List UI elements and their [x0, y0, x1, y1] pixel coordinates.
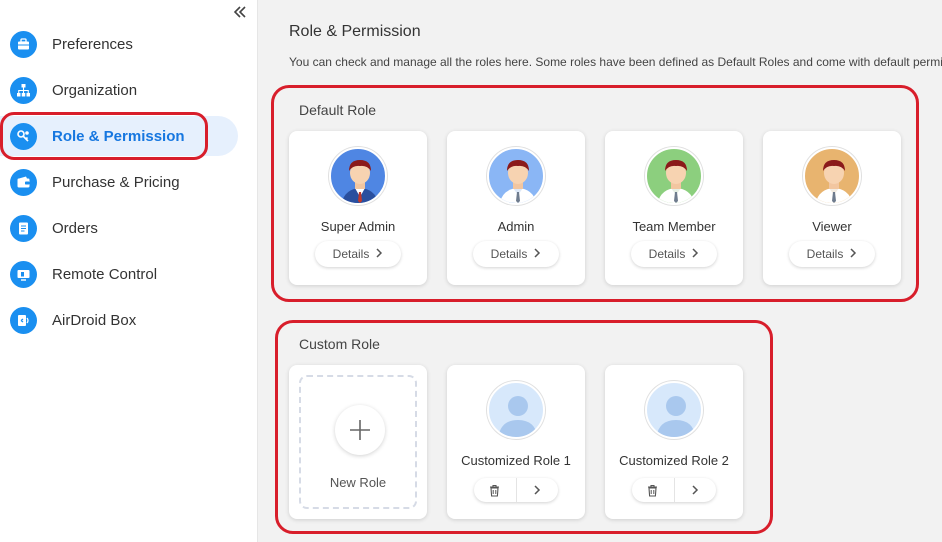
trash-icon: [648, 484, 658, 497]
chevron-right-icon: [692, 485, 699, 495]
sidebar-item-purchase-pricing[interactable]: Purchase & Pricing: [0, 162, 238, 202]
role-name: Team Member: [632, 219, 716, 234]
plus-icon: [350, 420, 370, 440]
role-name: Admin: [497, 219, 535, 234]
role-card-team-member: Team Member Details: [605, 131, 743, 285]
main-content: Role & Permission You can check and mana…: [259, 0, 942, 542]
sidebar-item-role-permission[interactable]: Role & Permission: [0, 116, 238, 156]
chevron-right-icon: [534, 485, 541, 495]
chevron-right-icon: [375, 247, 383, 261]
new-role-label: New Role: [329, 475, 387, 490]
chevron-right-icon: [691, 247, 699, 261]
role-name: Customized Role 2: [619, 453, 729, 468]
sidebar-item-label: Organization: [52, 81, 138, 99]
default-avatar-icon: [645, 381, 703, 439]
briefcase-icon: [10, 30, 37, 58]
add-role-button[interactable]: [335, 405, 385, 455]
sidebar-item-label: AirDroid Box: [52, 311, 137, 329]
avatar: [645, 147, 703, 205]
chevron-right-icon: [533, 247, 541, 261]
avatar: [803, 147, 861, 205]
sidebar-item-label: Preferences: [52, 35, 133, 53]
page-title: Role & Permission: [289, 23, 421, 40]
details-label: Details: [648, 247, 686, 261]
delete-role-button[interactable]: [474, 478, 516, 502]
sidebar-item-label: Purchase & Pricing: [52, 173, 180, 191]
role-card-viewer: Viewer Details: [763, 131, 901, 285]
double-chevron-left-icon: [233, 6, 246, 18]
chevron-right-icon: [849, 247, 857, 261]
wallet-icon: [10, 168, 37, 196]
delete-role-button[interactable]: [632, 478, 674, 502]
role-card-customized-1: Customized Role 1: [447, 365, 585, 519]
sidebar-item-label: Remote Control: [52, 265, 158, 283]
trash-icon: [490, 484, 500, 497]
default-avatar-icon: [487, 381, 545, 439]
collapse-sidebar-button[interactable]: [230, 2, 250, 22]
new-role-dropzone: New Role: [299, 375, 417, 509]
custom-role-title: Custom Role: [299, 336, 380, 352]
sidebar-item-label: Role & Permission: [52, 127, 185, 145]
page-description: You can check and manage all the roles h…: [289, 55, 942, 69]
remote-screen-icon: [10, 260, 37, 288]
details-button[interactable]: Details: [473, 241, 559, 267]
role-actions: [632, 478, 716, 502]
org-chart-icon: [10, 76, 37, 104]
sidebar: Preferences Organization Role & Permissi…: [0, 0, 258, 542]
role-card-super-admin: Super Admin Details: [289, 131, 427, 285]
details-button[interactable]: Details: [789, 241, 875, 267]
box-device-icon: [10, 306, 37, 334]
key-gear-icon: [10, 122, 37, 150]
role-card-admin: Admin Details: [447, 131, 585, 285]
details-label: Details: [332, 247, 370, 261]
details-label: Details: [806, 247, 844, 261]
open-role-button[interactable]: [673, 478, 717, 502]
details-label: Details: [490, 247, 528, 261]
role-name: Viewer: [812, 219, 852, 234]
sidebar-item-label: Orders: [52, 219, 98, 237]
avatar: [487, 147, 545, 205]
role-name: Customized Role 1: [461, 453, 571, 468]
sidebar-item-remote-control[interactable]: Remote Control: [0, 254, 238, 294]
details-button[interactable]: Details: [315, 241, 401, 267]
new-role-card[interactable]: New Role: [289, 365, 427, 519]
document-list-icon: [10, 214, 37, 242]
sidebar-item-orders[interactable]: Orders: [0, 208, 238, 248]
role-card-customized-2: Customized Role 2: [605, 365, 743, 519]
role-actions: [474, 478, 558, 502]
open-role-button[interactable]: [515, 478, 559, 502]
details-button[interactable]: Details: [631, 241, 717, 267]
sidebar-item-organization[interactable]: Organization: [0, 70, 238, 110]
avatar: [329, 147, 387, 205]
default-role-title: Default Role: [299, 102, 377, 118]
sidebar-item-preferences[interactable]: Preferences: [0, 24, 238, 64]
sidebar-item-airdroid-box[interactable]: AirDroid Box: [0, 300, 238, 340]
role-name: Super Admin: [320, 219, 396, 234]
